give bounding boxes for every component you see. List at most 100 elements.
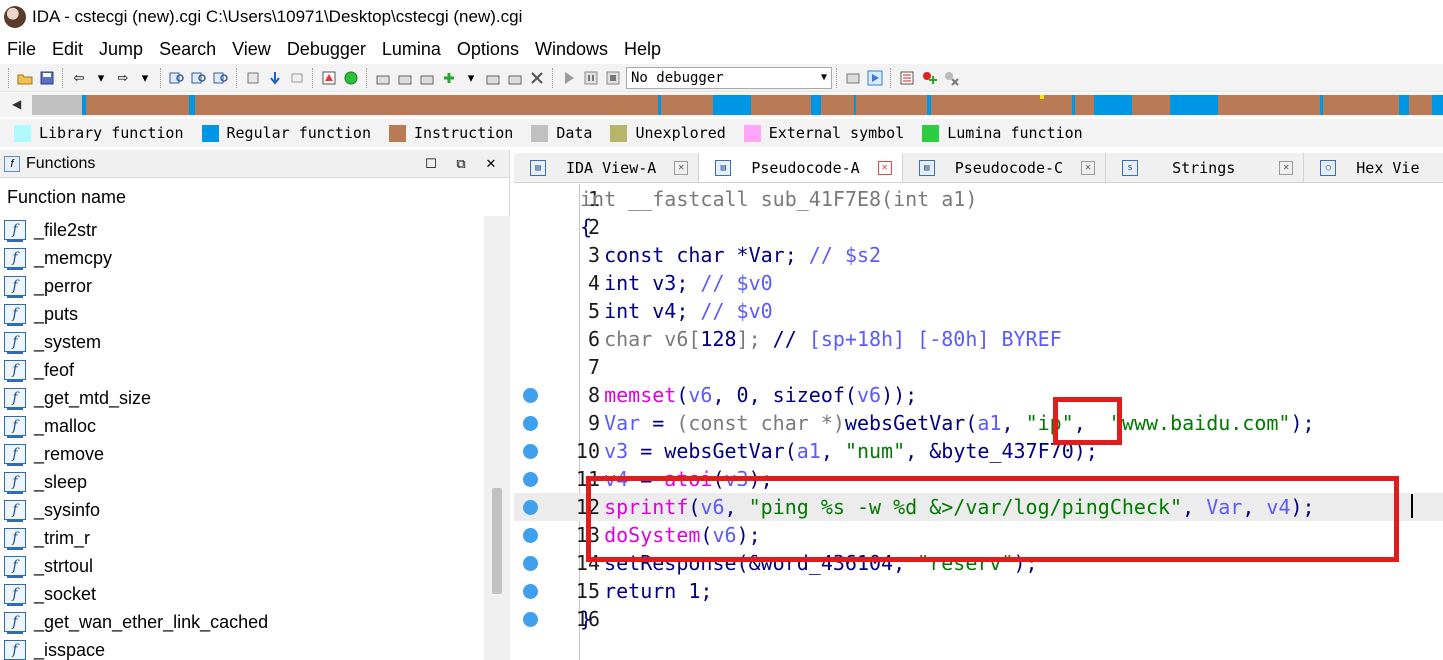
breakpoint-dot[interactable]	[523, 612, 538, 627]
pseudocode-view[interactable]: 1 int __fastcall sub_41F7E8(int a1) 2 { …	[514, 184, 1443, 660]
tab-pseudocode-c[interactable]: ▤ Pseudocode-C ✕	[903, 153, 1107, 182]
graph-icon[interactable]	[320, 69, 338, 87]
function-name: _malloc	[34, 415, 97, 436]
menu-help[interactable]: Help	[624, 39, 661, 60]
code-line[interactable]: 8 memset(v6, 0, sizeof(v6));	[514, 381, 1443, 409]
legend-label: Regular function	[226, 124, 372, 142]
struct-icon[interactable]	[484, 69, 502, 87]
menu-lumina[interactable]: Lumina	[382, 39, 441, 60]
list-item[interactable]: f _memcpy	[0, 244, 488, 272]
list-item[interactable]: f _perror	[0, 272, 488, 300]
close-icon[interactable]: ✕	[479, 156, 503, 172]
list-item[interactable]: f _malloc	[0, 412, 488, 440]
debug-attach-icon[interactable]	[844, 69, 862, 87]
search-binary-icon[interactable]	[168, 69, 186, 87]
save-icon[interactable]	[38, 69, 56, 87]
search-text-icon[interactable]	[190, 69, 208, 87]
list-item[interactable]: f _sysinfo	[0, 496, 488, 524]
breakpoint-dot[interactable]	[523, 556, 538, 571]
back-dropdown-icon[interactable]: ▾	[92, 69, 110, 87]
menu-search[interactable]: Search	[159, 39, 216, 60]
list-item[interactable]: f _system	[0, 328, 488, 356]
code-line[interactable]: 4 int v3; // $v0	[514, 269, 1443, 297]
list-item[interactable]: f _puts	[0, 300, 488, 328]
navigation-band-bar[interactable]	[32, 95, 1443, 115]
code-line[interactable]: 2 {	[514, 213, 1443, 241]
breakpoint-dot[interactable]	[523, 444, 538, 459]
tab-ida-view-a[interactable]: ▤ IDA View-A ✕	[514, 153, 700, 182]
debugger-select[interactable]: No debugger ▼	[626, 66, 832, 89]
play-icon[interactable]	[560, 69, 578, 87]
undefine-icon[interactable]	[528, 69, 546, 87]
list-item[interactable]: f _sleep	[0, 468, 488, 496]
breakpoint-dot[interactable]	[523, 472, 538, 487]
code-line[interactable]: 6 char v6[128]; // [sp+18h] [-80h] BYREF	[514, 325, 1443, 353]
list-item[interactable]: f _feof	[0, 356, 488, 384]
breakpoint-dot[interactable]	[523, 388, 538, 403]
breakpoint-dot[interactable]	[523, 500, 538, 515]
menu-windows[interactable]: Windows	[535, 39, 608, 60]
breakpoint-dot[interactable]	[523, 416, 538, 431]
list-item[interactable]: f _strtoul	[0, 552, 488, 580]
tab-hex-view[interactable]: ○ Hex Vie	[1304, 153, 1429, 182]
menu-edit[interactable]: Edit	[52, 39, 83, 60]
stop-icon[interactable]	[604, 69, 622, 87]
code-line[interactable]: 9 Var = (const char *)websGetVar(a1, "ip…	[514, 409, 1443, 437]
menu-view[interactable]: View	[232, 39, 271, 60]
add-green-icon[interactable]	[440, 69, 458, 87]
open-icon[interactable]	[16, 69, 34, 87]
code-line[interactable]: 15 return 1;	[514, 577, 1443, 605]
green-circle-icon[interactable]	[342, 69, 360, 87]
breakpoint-dot[interactable]	[523, 584, 538, 599]
code-line[interactable]: 5 int v4; // $v0	[514, 297, 1443, 325]
debug-run-icon[interactable]	[866, 69, 884, 87]
remove-breakpoint-icon[interactable]	[942, 69, 960, 87]
forward-arrow-icon[interactable]: ⇨	[114, 69, 132, 87]
code-line[interactable]: 7	[514, 353, 1443, 381]
make-code-icon[interactable]	[374, 69, 392, 87]
tab-pseudocode-a[interactable]: ▤ Pseudocode-A ✕	[699, 153, 903, 182]
function-name-column-header[interactable]: Function name	[0, 178, 509, 216]
float-icon[interactable]: ⧉	[449, 156, 473, 172]
list-item[interactable]: f _get_mtd_size	[0, 384, 488, 412]
search-immediate-icon[interactable]	[212, 69, 230, 87]
scrollbar-thumb[interactable]	[492, 488, 502, 594]
code-line[interactable]: 16 }	[514, 605, 1443, 633]
make-string-icon[interactable]	[418, 69, 436, 87]
nav-left-arrow-icon[interactable]: ◀	[12, 97, 21, 111]
close-icon[interactable]: ✕	[877, 160, 892, 175]
menu-debugger[interactable]: Debugger	[287, 39, 366, 60]
code-line[interactable]: 3 const char *Var; // $s2	[514, 241, 1443, 269]
add-dropdown-icon[interactable]: ▾	[462, 69, 480, 87]
maximize-icon[interactable]: ☐	[419, 156, 443, 172]
enum-icon[interactable]	[506, 69, 524, 87]
tab-strings[interactable]: s Strings ✕	[1106, 153, 1305, 182]
navigation-band[interactable]: ◀	[0, 93, 1443, 117]
back-arrow-icon[interactable]: ⇦	[70, 69, 88, 87]
pause-icon[interactable]	[582, 69, 600, 87]
list-item[interactable]: f _isspace	[0, 636, 488, 660]
list-item[interactable]: f _remove	[0, 440, 488, 468]
functions-scrollbar[interactable]	[484, 216, 510, 660]
menu-jump[interactable]: Jump	[99, 39, 143, 60]
close-icon[interactable]: ✕	[1081, 160, 1096, 175]
list-item[interactable]: f _file2str	[0, 216, 488, 244]
add-breakpoint-icon[interactable]	[920, 69, 938, 87]
menu-file[interactable]: File	[7, 39, 36, 60]
make-data-icon[interactable]	[396, 69, 414, 87]
list-item[interactable]: f _trim_r	[0, 524, 488, 552]
close-icon[interactable]: ✕	[1279, 160, 1294, 175]
code-line[interactable]: 1 int __fastcall sub_41F7E8(int a1)	[514, 185, 1443, 213]
breakpoint-list-icon[interactable]	[898, 69, 916, 87]
analyze-icon[interactable]	[288, 69, 306, 87]
close-icon[interactable]: ✕	[674, 160, 689, 175]
list-item[interactable]: f _get_wan_ether_link_cached	[0, 608, 488, 636]
code-line[interactable]: 10 v3 = websGetVar(a1, "num", &byte_437F…	[514, 437, 1443, 465]
breakpoint-dot[interactable]	[523, 528, 538, 543]
menu-options[interactable]: Options	[457, 39, 519, 60]
down-arrow-icon[interactable]	[266, 69, 284, 87]
list-item[interactable]: f _socket	[0, 580, 488, 608]
function-icon: f	[4, 444, 26, 466]
jump-icon[interactable]	[244, 69, 262, 87]
forward-dropdown-icon[interactable]: ▾	[136, 69, 154, 87]
